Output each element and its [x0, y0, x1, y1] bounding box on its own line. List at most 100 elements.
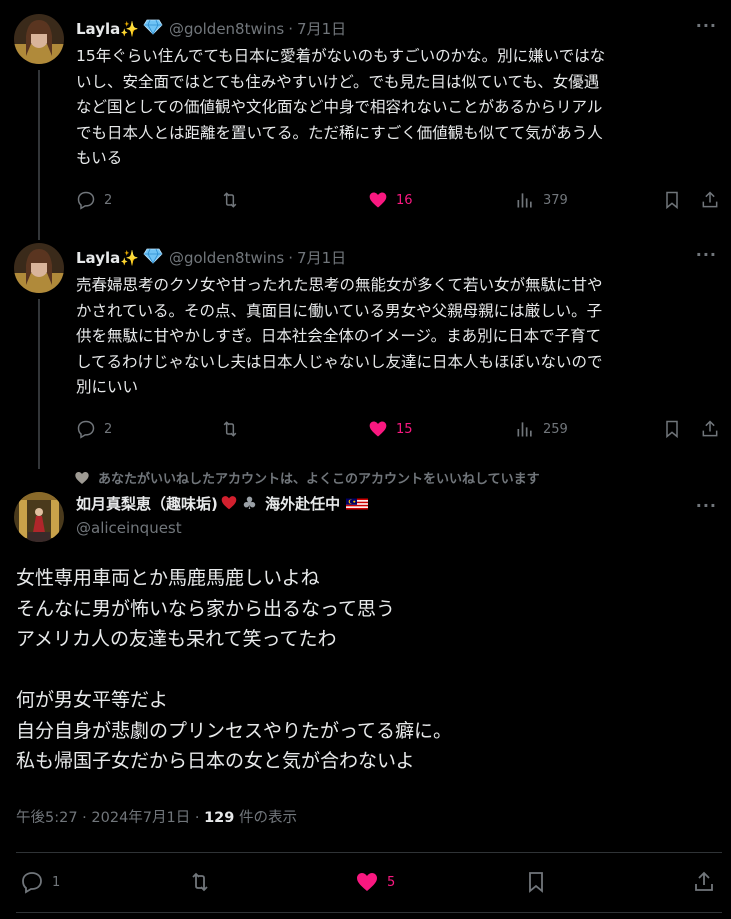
view-count: 379	[543, 192, 568, 208]
main-display-name[interactable]: 如月真梨恵（趣味垢) ♣ 海外赴任中	[76, 493, 369, 514]
tweet-date[interactable]: 7月1日	[297, 247, 346, 268]
retweet-icon	[223, 421, 237, 437]
separator: ·	[194, 810, 200, 826]
handle[interactable]: @golden8twins	[169, 20, 284, 38]
bookmark-icon	[529, 872, 543, 893]
more-options-icon[interactable]: ···	[696, 496, 717, 515]
tweet-text-line: 15年ぐらい住んでても日本に愛着がないのもすごいのかな。別に嫌いではな	[76, 47, 606, 65]
social-context: あなたがいいねしたアカウントは、よくこのアカウントをいいねしています	[75, 468, 540, 487]
club-suit-icon: ♣	[241, 493, 258, 514]
like-button[interactable]: 5	[355, 870, 395, 894]
heart-filled-icon	[369, 421, 387, 437]
reply-count: 2	[104, 192, 113, 208]
bookmark-icon	[666, 420, 678, 439]
share-button[interactable]	[700, 419, 720, 439]
reply-icon	[22, 872, 42, 894]
tweet-text-line	[16, 655, 452, 686]
bookmark-button[interactable]	[662, 190, 682, 210]
tweet-date[interactable]: 7月1日	[297, 18, 346, 39]
tweet-text-line: 供を無駄に甘やかしすぎ。日本社会全体のイメージ。まあ別に日本で子育て	[76, 327, 602, 345]
heart-filled-icon	[357, 873, 377, 891]
tweet-text-line: など国としての価値観や文化面など中身で相容れないことがあるからリアル	[76, 98, 603, 116]
view-count: 259	[543, 421, 568, 437]
tweet-2[interactable]: Layla✨ @golden8twins · 7月1日 ··· 売春婦思考のクソ…	[0, 230, 731, 469]
reply-count: 2	[104, 421, 113, 437]
tweet-text-line: 私も帰国子女だから日本の女と気が合わないよ	[16, 750, 415, 772]
separator: ·	[288, 248, 294, 267]
tweet-text: 15年ぐらい住んでても日本に愛着がないのもすごいのかな。別に嫌いではな いし、安…	[76, 44, 716, 172]
retweet-button[interactable]	[188, 870, 212, 894]
reply-button[interactable]: 2	[76, 190, 112, 210]
divider	[16, 852, 722, 853]
heart-icon	[75, 471, 89, 484]
like-count: 5	[387, 874, 396, 890]
action-bar: 2 15 259	[70, 419, 720, 443]
tweet-text-line: 何が男女平等だよ	[16, 689, 169, 711]
share-button[interactable]	[692, 870, 716, 894]
tweet-text-line: もいる	[76, 149, 123, 167]
tweet-time[interactable]: 午後5:27	[16, 810, 78, 826]
analytics-icon	[517, 193, 532, 208]
thread-line	[38, 299, 40, 469]
display-name[interactable]: Layla✨	[76, 20, 139, 38]
tweet-1[interactable]: Layla✨ @golden8twins · 7月1日 ··· 15年ぐらい住ん…	[0, 0, 731, 240]
retweet-icon	[192, 872, 208, 892]
tweet-text-line: いし、安全面ではとても住みやすいけど。でも見た目は似ていても、女優遇	[76, 72, 600, 91]
more-options-icon[interactable]: ···	[696, 16, 717, 35]
main-avatar[interactable]	[14, 492, 64, 542]
malaysia-flag-icon	[346, 498, 369, 509]
bookmark-button[interactable]	[524, 870, 548, 894]
tweet-text: 売春婦思考のクソ女や甘ったれた思考の無能女が多くて若い女が無駄に甘や かされてい…	[76, 273, 716, 401]
view-count: 129	[204, 810, 235, 826]
tweet-timestamp: 午後5:27 · 2024年7月1日 · 129 件の表示	[16, 806, 297, 827]
analytics-icon	[517, 422, 532, 437]
red-heart-icon	[220, 494, 238, 514]
tweet-text-line: 自分自身が悲劇のプリンセスやりたがってる癖に。	[16, 719, 453, 742]
views-button[interactable]: 379	[515, 190, 568, 210]
like-count: 16	[396, 192, 413, 208]
tweet-text-line: でも日本人とは距離を置いてる。ただ稀にすごく価値観も似てて気があう人	[76, 123, 603, 142]
bookmark-button[interactable]	[662, 419, 682, 439]
like-button[interactable]: 16	[368, 190, 413, 210]
main-name-suffix: 海外赴任中	[265, 495, 341, 513]
display-name[interactable]: Layla✨	[76, 249, 139, 267]
retweet-button[interactable]	[220, 190, 240, 210]
tweet-text-line: アメリカ人の友達も呆れて笑ってたわ	[16, 628, 337, 650]
share-icon	[702, 191, 718, 208]
main-handle[interactable]: @aliceinquest	[76, 519, 182, 537]
tweet-text-line: 売春婦思考のクソ女や甘ったれた思考の無能女が多くて若い女が無駄に甘や	[76, 276, 603, 294]
tweet-text-line: そんなに男が怖いなら家から出るなって思う	[16, 597, 396, 620]
social-context-text: あなたがいいねしたアカウントは、よくこのアカウントをいいねしています	[98, 472, 540, 487]
like-count: 15	[396, 421, 413, 437]
action-bar: 2 16 379	[70, 190, 720, 214]
heart-filled-icon	[369, 192, 387, 208]
avatar[interactable]	[14, 243, 64, 293]
separator: ·	[82, 810, 87, 826]
reply-icon	[77, 420, 95, 439]
diamond-icon	[143, 248, 163, 268]
share-icon	[695, 871, 713, 891]
main-tweet-text: 女性専用車両とか馬鹿馬鹿しいよね そんなに男が怖いなら家から出るなって思う アメ…	[16, 563, 452, 777]
like-button[interactable]: 15	[368, 419, 413, 439]
tweet-full-date[interactable]: 2024年7月1日	[91, 810, 190, 826]
tweet-header: Layla✨ @golden8twins · 7月1日	[76, 18, 346, 39]
avatar[interactable]	[14, 14, 64, 64]
tweet-header: Layla✨ @golden8twins · 7月1日	[76, 247, 346, 268]
reply-button[interactable]: 2	[76, 419, 112, 439]
retweet-button[interactable]	[220, 419, 240, 439]
more-options-icon[interactable]: ···	[696, 245, 717, 264]
tweet-text-line: かされている。その点、真面目に働いている男女や父親母親には厳しい。子	[76, 301, 603, 320]
diamond-icon	[143, 19, 163, 39]
reply-icon	[77, 191, 95, 210]
main-display-name-text: 如月真梨恵（趣味垢)	[76, 495, 218, 513]
share-icon	[702, 420, 718, 437]
handle[interactable]: @golden8twins	[169, 249, 284, 267]
retweet-icon	[223, 192, 237, 208]
views-button[interactable]: 259	[515, 419, 568, 439]
reply-button[interactable]: 1	[20, 870, 60, 894]
tweet-text-line: してるわけじゃないし夫は日本人じゃないし友達に日本人もほぼいないので	[76, 352, 603, 371]
share-button[interactable]	[700, 190, 720, 210]
reply-count: 1	[52, 874, 61, 890]
tweet-text-line: 女性専用車両とか馬鹿馬鹿しいよね	[16, 567, 320, 589]
divider	[16, 912, 722, 913]
